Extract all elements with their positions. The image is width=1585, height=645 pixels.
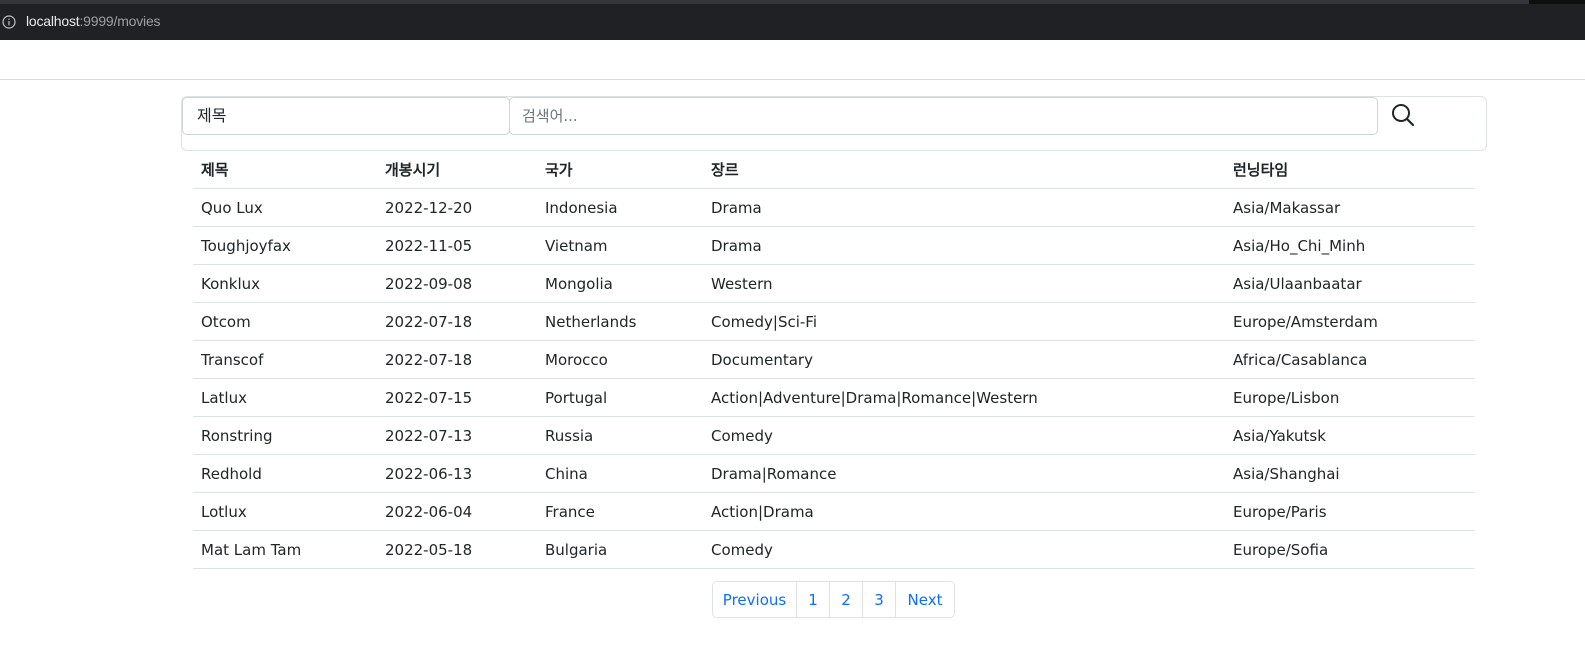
url-bar[interactable]: localhost:9999/movies (0, 8, 161, 34)
header-title: 제목 (193, 151, 377, 189)
cell-country: China (537, 454, 703, 493)
table-row: Konklux 2022-09-08 Mongolia Western Asia… (193, 264, 1475, 303)
header-release-date: 개봉시기 (377, 151, 537, 189)
search-input[interactable] (509, 97, 1378, 135)
cell-genre: Comedy|Sci-Fi (703, 302, 1225, 341)
cell-release-date: 2022-07-15 (377, 378, 537, 417)
cell-running-time: Africa/Casablanca (1225, 340, 1475, 379)
cell-title: Konklux (193, 264, 377, 303)
search-icon (1391, 103, 1415, 130)
cell-country: Portugal (537, 378, 703, 417)
info-icon[interactable] (2, 14, 16, 29)
pagination-page-2[interactable]: 2 (830, 582, 863, 617)
cell-genre: Comedy (703, 416, 1225, 455)
cell-genre: Drama (703, 188, 1225, 227)
cell-release-date: 2022-06-04 (377, 492, 537, 531)
cell-running-time: Asia/Yakutsk (1225, 416, 1475, 455)
cell-genre: Documentary (703, 340, 1225, 379)
cell-release-date: 2022-12-20 (377, 188, 537, 227)
cell-release-date: 2022-09-08 (377, 264, 537, 303)
cell-title: Latlux (193, 378, 377, 417)
page-header (0, 40, 1585, 80)
cell-country: Bulgaria (537, 530, 703, 569)
search-button[interactable] (1378, 99, 1428, 133)
table-row: Redhold 2022-06-13 China Drama|Romance A… (193, 454, 1475, 493)
table-header-row: 제목 개봉시기 국가 장르 런닝타임 (193, 151, 1475, 189)
cell-country: France (537, 492, 703, 531)
cell-country: Russia (537, 416, 703, 455)
cell-release-date: 2022-07-13 (377, 416, 537, 455)
table-row: Latlux 2022-07-15 Portugal Action|Advent… (193, 378, 1475, 417)
cell-title: Mat Lam Tam (193, 530, 377, 569)
pagination-page-1[interactable]: 1 (797, 582, 830, 617)
cell-title: Toughjoyfax (193, 226, 377, 265)
cell-release-date: 2022-07-18 (377, 302, 537, 341)
table-row: Lotlux 2022-06-04 France Action|Drama Eu… (193, 492, 1475, 531)
browser-tab-strip (0, 0, 1585, 4)
cell-running-time: Asia/Makassar (1225, 188, 1475, 227)
cell-genre: Action|Adventure|Drama|Romance|Western (703, 378, 1225, 417)
cell-country: Indonesia (537, 188, 703, 227)
header-country: 국가 (537, 151, 703, 189)
pagination-next[interactable]: Next (896, 582, 954, 617)
table-row: Ronstring 2022-07-13 Russia Comedy Asia/… (193, 416, 1475, 455)
table-row: Otcom 2022-07-18 Netherlands Comedy|Sci-… (193, 302, 1475, 341)
cell-release-date: 2022-05-18 (377, 530, 537, 569)
cell-genre: Western (703, 264, 1225, 303)
header-genre: 장르 (703, 151, 1225, 189)
search-form: 제목 (181, 96, 1487, 151)
cell-running-time: Asia/Ho_Chi_Minh (1225, 226, 1475, 265)
cell-release-date: 2022-07-18 (377, 340, 537, 379)
cell-title: Lotlux (193, 492, 377, 531)
browser-address-bar: localhost:9999/movies (0, 0, 1585, 40)
cell-running-time: Europe/Lisbon (1225, 378, 1475, 417)
cell-title: Redhold (193, 454, 377, 493)
cell-country: Mongolia (537, 264, 703, 303)
search-field-select[interactable]: 제목 (182, 97, 510, 135)
cell-title: Ronstring (193, 416, 377, 455)
cell-genre: Drama|Romance (703, 454, 1225, 493)
cell-title: Quo Lux (193, 188, 377, 227)
cell-country: Vietnam (537, 226, 703, 265)
cell-running-time: Asia/Ulaanbaatar (1225, 264, 1475, 303)
cell-country: Netherlands (537, 302, 703, 341)
pagination: Previous 1 2 3 Next (712, 581, 955, 618)
cell-title: Otcom (193, 302, 377, 341)
table-row: Mat Lam Tam 2022-05-18 Bulgaria Comedy E… (193, 530, 1475, 569)
pagination-previous[interactable]: Previous (713, 582, 797, 617)
url-text[interactable]: localhost:9999/movies (26, 13, 161, 29)
cell-genre: Comedy (703, 530, 1225, 569)
cell-running-time: Europe/Amsterdam (1225, 302, 1475, 341)
cell-running-time: Asia/Shanghai (1225, 454, 1475, 493)
cell-running-time: Europe/Paris (1225, 492, 1475, 531)
table-row: Transcof 2022-07-18 Morocco Documentary … (193, 340, 1475, 379)
movies-table: 제목 개봉시기 국가 장르 런닝타임 Quo Lux 2022-12-20 In… (193, 151, 1475, 569)
cell-title: Transcof (193, 340, 377, 379)
cell-genre: Drama (703, 226, 1225, 265)
browser-tab-edge (1529, 0, 1585, 4)
cell-country: Morocco (537, 340, 703, 379)
cell-running-time: Europe/Sofia (1225, 530, 1475, 569)
cell-release-date: 2022-11-05 (377, 226, 537, 265)
table-row: Quo Lux 2022-12-20 Indonesia Drama Asia/… (193, 188, 1475, 227)
header-running-time: 런닝타임 (1225, 151, 1475, 189)
cell-release-date: 2022-06-13 (377, 454, 537, 493)
table-row: Toughjoyfax 2022-11-05 Vietnam Drama Asi… (193, 226, 1475, 265)
pagination-page-3[interactable]: 3 (863, 582, 896, 617)
cell-genre: Action|Drama (703, 492, 1225, 531)
url-host: localhost (26, 13, 80, 29)
url-path: :9999/movies (79, 13, 161, 29)
